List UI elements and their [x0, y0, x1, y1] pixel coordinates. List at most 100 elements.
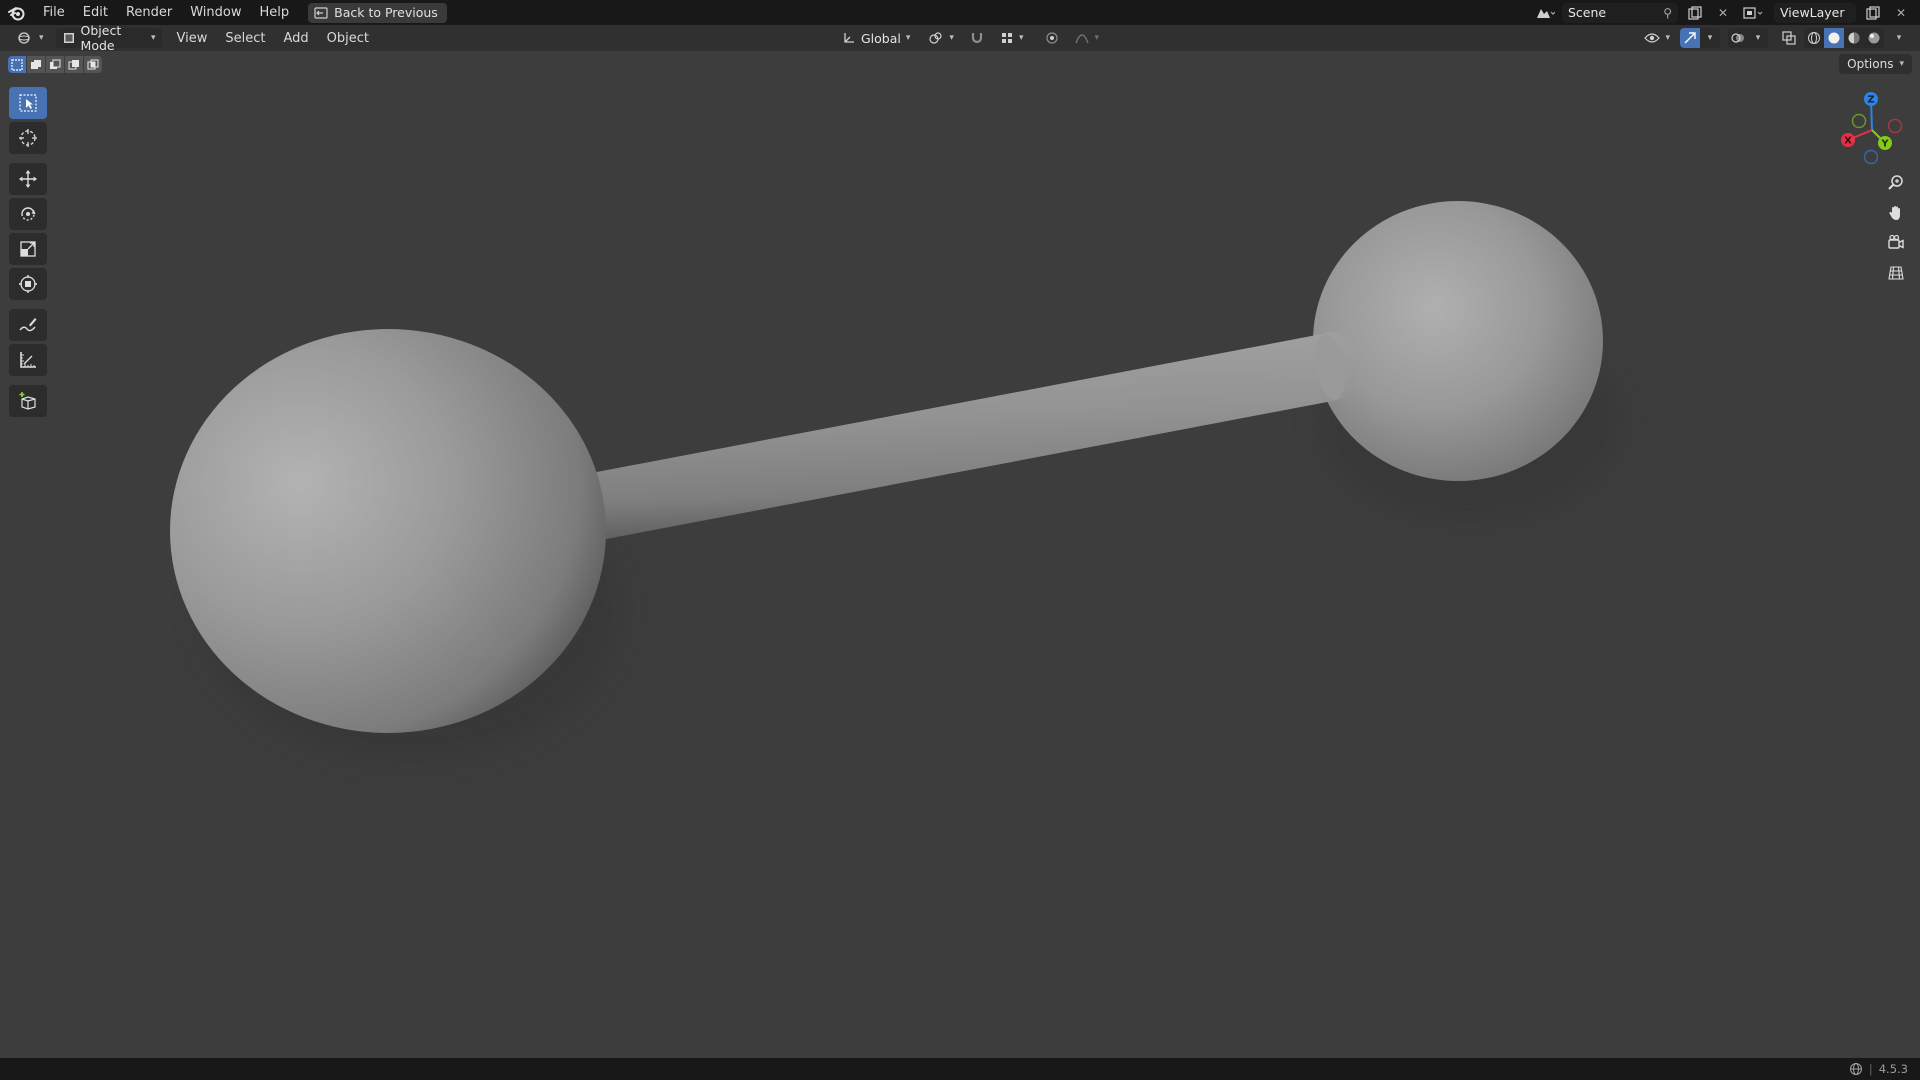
- menu-edit[interactable]: Edit: [74, 0, 117, 25]
- gizmo-neg-x[interactable]: [1887, 118, 1903, 134]
- viewport-header: ▾ Object Mode ▾ View Select Add Object G…: [0, 23, 1920, 53]
- select-new-icon[interactable]: [8, 56, 26, 73]
- shading-mode-group: [1804, 28, 1884, 48]
- scene-render[interactable]: [0, 51, 1920, 1058]
- top-menu-bar: File Edit Render Window Help Back to Pre…: [0, 0, 1920, 25]
- xray-toggle-icon[interactable]: [1778, 28, 1800, 48]
- scale-tool[interactable]: [9, 233, 47, 265]
- proportional-editing-icon[interactable]: [1041, 28, 1063, 48]
- perspective-toggle-icon[interactable]: [1882, 259, 1910, 287]
- menu-select[interactable]: Select: [216, 26, 274, 51]
- gizmo-neg-y[interactable]: [1851, 113, 1867, 129]
- transform-icon: [19, 275, 37, 293]
- pan-hand-icon[interactable]: [1882, 199, 1910, 227]
- snap-target-dropdown[interactable]: ▾: [994, 28, 1030, 48]
- move-tool[interactable]: [9, 163, 47, 195]
- select-invert-icon[interactable]: [65, 56, 83, 73]
- object-mode-label: Object Mode: [80, 23, 122, 53]
- window-back-icon: [314, 6, 328, 19]
- select-subtract-icon[interactable]: [46, 56, 64, 73]
- transform-tool[interactable]: [9, 268, 47, 300]
- camera-view-icon[interactable]: [1882, 229, 1910, 257]
- delete-scene-icon[interactable]: ✕: [1712, 3, 1734, 23]
- snap-toggle-icon[interactable]: [966, 28, 988, 48]
- view-layer-name-field[interactable]: ViewLayer: [1774, 2, 1856, 23]
- show-overlays-icon[interactable]: [1728, 28, 1748, 48]
- annotate-icon: [19, 318, 37, 332]
- transform-controls: Global ▾ ▾ ▾ ▾: [836, 25, 1105, 51]
- blender-logo-icon[interactable]: [0, 0, 34, 25]
- menu-add[interactable]: Add: [275, 26, 318, 51]
- cursor-icon: [19, 129, 37, 147]
- new-scene-icon[interactable]: [1684, 3, 1706, 23]
- menu-help[interactable]: Help: [251, 0, 299, 25]
- move-icon: [19, 170, 37, 188]
- rotate-icon: [21, 207, 36, 221]
- new-view-layer-icon[interactable]: [1862, 3, 1884, 23]
- back-to-previous-button[interactable]: Back to Previous: [308, 2, 447, 23]
- pivot-point-dropdown[interactable]: ▾: [922, 28, 960, 48]
- visibility-dropdown[interactable]: ▾: [1638, 28, 1676, 48]
- menu-window[interactable]: Window: [181, 0, 250, 25]
- measure-tool[interactable]: [9, 344, 47, 376]
- show-gizmo-icon[interactable]: [1680, 28, 1700, 48]
- menu-view[interactable]: View: [168, 26, 217, 51]
- chevron-down-icon: ▾: [1665, 33, 1670, 43]
- viewport-display-controls: ▾ ▾ ▾ ▾: [1638, 25, 1910, 51]
- chevron-down-icon: ▾: [905, 33, 911, 43]
- scale-icon: [20, 241, 36, 257]
- transform-orientation-dropdown[interactable]: Global ▾: [836, 28, 916, 48]
- navigation-buttons: [1882, 169, 1910, 289]
- add-cube-tool[interactable]: [9, 385, 47, 417]
- gizmo-y-label: Y: [1880, 139, 1889, 150]
- options-label: Options: [1847, 57, 1894, 71]
- proportional-falloff-dropdown[interactable]: ▾: [1069, 28, 1105, 48]
- menu-object[interactable]: Object: [318, 26, 378, 51]
- select-box-tool[interactable]: [9, 87, 47, 119]
- gizmo-toggle-group: ▾: [1680, 28, 1720, 48]
- orientation-global-icon: [844, 33, 854, 43]
- object-mode-dropdown[interactable]: Object Mode ▾: [55, 23, 162, 53]
- material-preview-shading-icon[interactable]: [1844, 28, 1864, 48]
- falloff-curve-icon: [1075, 34, 1090, 44]
- gizmo-x-label: X: [1844, 136, 1852, 147]
- scene-name-field[interactable]: Scene ⚲: [1562, 2, 1678, 23]
- chevron-down-icon: ▾: [1899, 59, 1904, 69]
- shading-options-chevron-icon[interactable]: ▾: [1888, 28, 1910, 48]
- menu-render[interactable]: Render: [117, 0, 181, 25]
- 3d-viewport[interactable]: Options ▾ Z X Y: [0, 51, 1920, 1058]
- select-box-icon: [19, 94, 37, 112]
- pivot-point-icon: [929, 32, 943, 44]
- menu-file[interactable]: File: [34, 0, 74, 25]
- delete-view-layer-icon[interactable]: ✕: [1890, 3, 1912, 23]
- annotate-tool[interactable]: [9, 309, 47, 341]
- scene-selector-icon[interactable]: [1534, 3, 1556, 23]
- status-bar: | 4.5.3: [0, 1058, 1920, 1080]
- overlay-options-chevron-icon[interactable]: ▾: [1748, 28, 1768, 48]
- navigation-gizmo[interactable]: Z X Y: [1830, 87, 1912, 169]
- rotate-tool[interactable]: [9, 198, 47, 230]
- zoom-icon[interactable]: [1882, 169, 1910, 197]
- chevron-down-icon: ▾: [39, 33, 44, 43]
- view-layer-name: ViewLayer: [1780, 5, 1845, 20]
- solid-shading-icon[interactable]: [1824, 28, 1844, 48]
- back-to-previous-label: Back to Previous: [334, 5, 438, 20]
- right-sphere[interactable]: [1313, 201, 1603, 481]
- wireframe-shading-icon[interactable]: [1804, 28, 1824, 48]
- cursor-tool[interactable]: [9, 122, 47, 154]
- options-dropdown[interactable]: Options ▾: [1839, 54, 1912, 74]
- connecting-rod[interactable]: [560, 332, 1358, 544]
- gizmo-neg-z[interactable]: [1863, 149, 1879, 165]
- editor-type-dropdown[interactable]: ▾: [10, 28, 50, 48]
- select-extend-icon[interactable]: [27, 56, 45, 73]
- gizmo-options-chevron-icon[interactable]: ▾: [1700, 28, 1720, 48]
- left-sphere[interactable]: [170, 329, 606, 733]
- pin-icon[interactable]: ⚲: [1663, 6, 1672, 20]
- top-right-controls: Scene ⚲ ✕ ViewLayer ✕: [1534, 0, 1920, 25]
- view-layer-selector-icon[interactable]: [1740, 3, 1768, 23]
- select-intersect-icon[interactable]: [84, 56, 102, 73]
- rendered-shading-icon[interactable]: [1864, 28, 1884, 48]
- network-globe-icon[interactable]: [1849, 1062, 1863, 1076]
- tool-shelf: [9, 87, 47, 420]
- selection-mode-group: [8, 56, 102, 73]
